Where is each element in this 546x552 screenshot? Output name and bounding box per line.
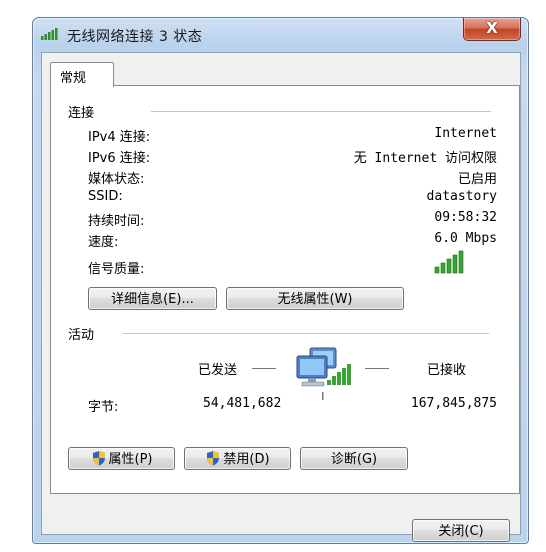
network-computers-icon xyxy=(296,347,351,400)
tab-general[interactable]: 常规 xyxy=(50,62,114,87)
client-area: 常规 连接 IPv4 连接: Internet IPv6 连接: 无 Inter… xyxy=(41,52,521,542)
ssid-label: SSID: xyxy=(88,189,123,204)
connection-divider xyxy=(151,111,491,113)
received-label: 已接收 xyxy=(427,363,467,378)
bytes-sent-value: 54,481,682 xyxy=(203,396,282,411)
media-state-value: 已启用 xyxy=(457,172,497,187)
signal-quality-bars xyxy=(434,250,464,274)
wireless-properties-button[interactable]: 无线属性(W) xyxy=(226,287,404,310)
duration-value: 09:58:32 xyxy=(434,210,497,225)
title-bar[interactable]: 无线网络连接 3 状态 X xyxy=(33,18,528,52)
ipv6-label: IPv6 连接: xyxy=(88,151,151,166)
properties-button[interactable]: 属性(P) xyxy=(68,447,175,470)
close-icon: X xyxy=(486,19,498,37)
speed-label: 速度: xyxy=(88,235,119,250)
connection-section-label: 连接 xyxy=(68,106,95,121)
sent-dash xyxy=(252,368,276,369)
disable-button-label: 禁用(D) xyxy=(223,452,270,467)
disable-button[interactable]: 禁用(D) xyxy=(184,447,291,470)
bytes-received-value: 167,845,875 xyxy=(410,396,497,411)
sent-label: 已发送 xyxy=(198,363,238,378)
ipv4-label: IPv4 连接: xyxy=(88,130,151,145)
properties-button-label: 属性(P) xyxy=(108,452,153,467)
signal-quality-label: 信号质量: xyxy=(88,262,145,277)
media-state-label: 媒体状态: xyxy=(88,172,145,187)
activity-section-label: 活动 xyxy=(68,328,95,343)
window-title: 无线网络连接 3 状态 xyxy=(67,29,203,45)
desktop-background: 无线网络连接 3 状态 X 常规 连接 IPv4 连接: Internet IP… xyxy=(0,0,546,552)
network-status-window: 无线网络连接 3 状态 X 常规 连接 IPv4 连接: Internet IP… xyxy=(32,17,529,544)
ssid-value: datastory xyxy=(426,189,497,204)
general-panel: 连接 IPv4 连接: Internet IPv6 连接: 无 Internet… xyxy=(50,85,520,494)
received-dash xyxy=(365,368,389,369)
wireless-signal-icon xyxy=(41,28,58,40)
uac-shield-icon xyxy=(92,451,105,466)
speed-value: 6.0 Mbps xyxy=(434,231,497,246)
close-button[interactable]: 关闭(C) xyxy=(412,519,510,542)
tab-label: 常规 xyxy=(60,71,87,86)
ipv4-value: Internet xyxy=(434,126,497,141)
window-close-button[interactable]: X xyxy=(463,18,521,41)
duration-label: 持续时间: xyxy=(88,214,145,229)
details-button[interactable]: 详细信息(E)... xyxy=(88,287,217,310)
activity-divider xyxy=(123,333,489,335)
diagnose-button[interactable]: 诊断(G) xyxy=(300,447,408,470)
bytes-label: 字节: xyxy=(88,400,119,415)
uac-shield-icon xyxy=(207,451,220,466)
ipv6-value: 无 Internet 访问权限 xyxy=(353,151,497,166)
